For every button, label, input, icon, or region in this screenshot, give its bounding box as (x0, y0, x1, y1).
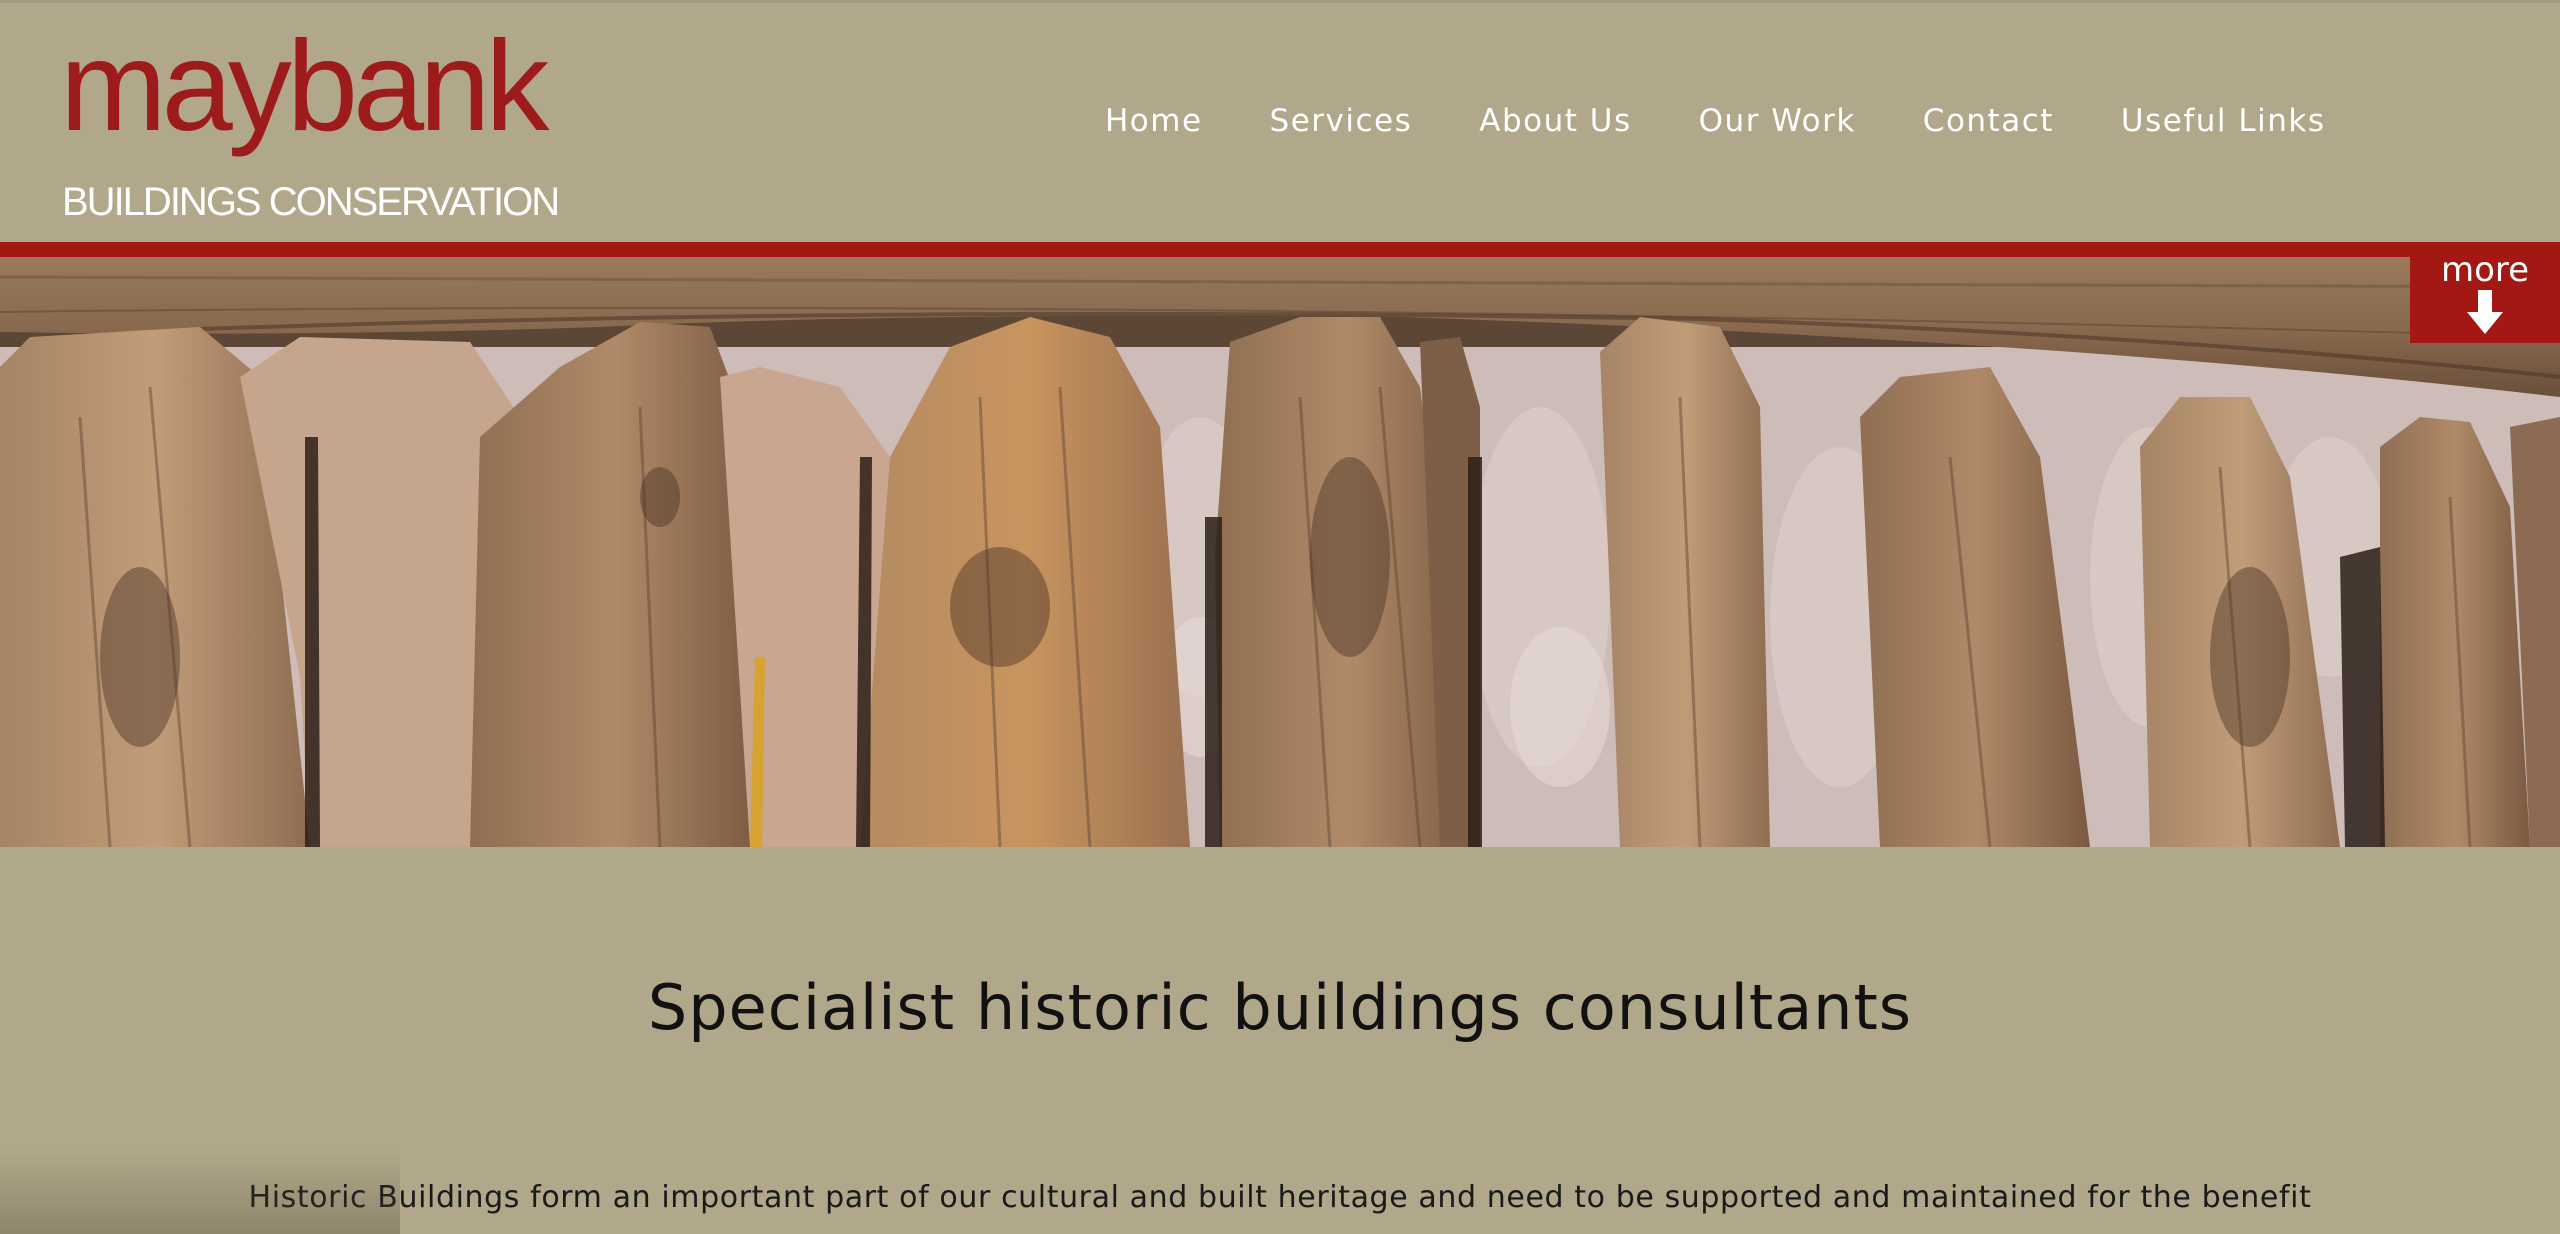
hero-timber-wattle-picture (0, 257, 2560, 847)
top-border (0, 0, 2560, 3)
nav-item-services[interactable]: Services (1270, 103, 1413, 139)
logo-wordmark: maybank (60, 15, 549, 158)
logo-subtitle: BUILDINGS CONSERVATION (62, 180, 560, 224)
header-red-band (0, 242, 2560, 257)
nav-item-contact[interactable]: Contact (1923, 103, 2054, 139)
arrow-down-icon (2467, 290, 2503, 334)
intro-paragraph: Historic Buildings form an important par… (248, 1180, 2312, 1215)
nav-item-useful-links[interactable]: Useful Links (2121, 103, 2326, 139)
more-label: more (2440, 250, 2530, 290)
more-button[interactable]: more (2410, 250, 2560, 343)
nav-item-our-work[interactable]: Our Work (1699, 103, 1856, 139)
page: maybank BUILDINGS CONSERVATION Home Serv… (0, 0, 2560, 1234)
nav-item-home[interactable]: Home (1105, 103, 1203, 139)
page-headline: Specialist historic buildings consultant… (647, 971, 1913, 1044)
nav-item-about-us[interactable]: About Us (1479, 103, 1631, 139)
main-nav: Home Services About Us Our Work Contact … (1105, 96, 2325, 146)
hero-image (0, 257, 2560, 847)
site-logo[interactable]: maybank BUILDINGS CONSERVATION (60, 15, 580, 225)
site-header: maybank BUILDINGS CONSERVATION Home Serv… (0, 0, 2560, 242)
